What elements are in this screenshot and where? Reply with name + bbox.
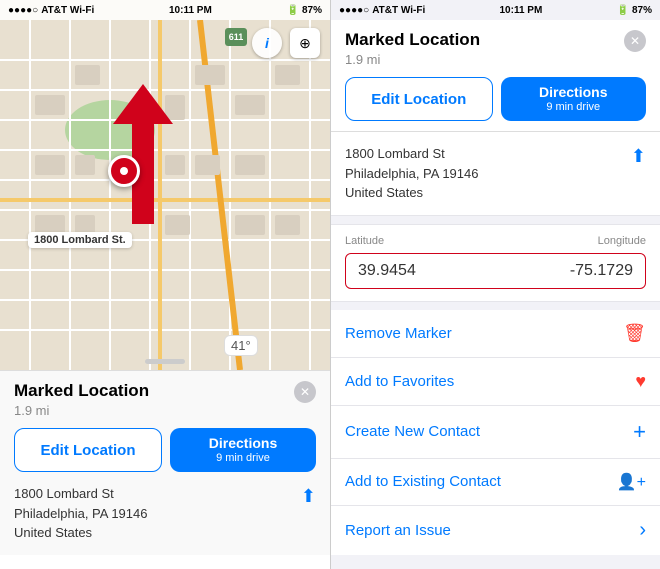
add-existing-contact-label: Add to Existing Contact [345, 473, 501, 490]
address-section-right: 1800 Lombard St Philadelphia, PA 19146 U… [331, 132, 660, 216]
carrier-name: AT&T Wi-Fi [41, 5, 94, 16]
carrier-info: ●●●●○ AT&T Wi-Fi [8, 5, 94, 16]
location-title-left: Marked Location [14, 381, 316, 401]
battery-icon-right: 🔋 [617, 5, 629, 16]
address-text-right: 1800 Lombard St Philadelphia, PA 19146 U… [345, 144, 478, 203]
battery-pct-left: 87% [302, 5, 322, 16]
bottom-sheet-left: ✕ Marked Location 1.9 mi Edit Location D… [0, 370, 330, 555]
edit-location-button-right[interactable]: Edit Location [345, 77, 493, 121]
latitude-label: Latitude [345, 235, 384, 247]
create-contact-item[interactable]: Create New Contact + [331, 406, 660, 459]
time-left: 10:11 PM [169, 5, 212, 16]
remove-marker-item[interactable]: Remove Marker 🗑 [331, 310, 660, 358]
compass-button[interactable]: ⊕ [290, 28, 320, 58]
battery-icon-left: 🔋 [287, 5, 299, 16]
remove-marker-label: Remove Marker [345, 325, 452, 342]
directions-button-right[interactable]: Directions 9 min drive [501, 77, 647, 121]
battery-info-left: 🔋 87% [287, 5, 322, 16]
direction-arrow [113, 185, 173, 224]
share-button-right[interactable]: ⬆ [631, 146, 646, 167]
battery-pct-right: 87% [632, 5, 652, 16]
close-button-right[interactable]: ✕ [624, 30, 646, 52]
address-text-left: 1800 Lombard St Philadelphia, PA 19146 U… [14, 484, 147, 543]
time-right: 10:11 PM [499, 5, 542, 16]
add-existing-contact-item[interactable]: Add to Existing Contact 👤+ [331, 459, 660, 506]
info-button[interactable]: i [252, 28, 282, 58]
person-plus-icon: 👤+ [617, 472, 646, 492]
latitude-value: 39.9454 [358, 262, 416, 280]
status-bar-left: ●●●●○ AT&T Wi-Fi 10:11 PM 🔋 87% [0, 0, 330, 20]
longitude-label: Longitude [598, 235, 646, 247]
directions-button-left[interactable]: Directions 9 min drive [170, 428, 316, 472]
pin-dot [120, 167, 128, 175]
longitude-value: -75.1729 [570, 262, 633, 280]
signal-dots: ●●●●○ [8, 5, 38, 16]
close-button-left[interactable]: ✕ [294, 381, 316, 403]
pin-circle [108, 155, 140, 187]
trash-icon: 🗑 [623, 323, 646, 344]
report-issue-item[interactable]: Report an Issue › [331, 506, 660, 555]
map-location-label: 1800 Lombard St. [28, 232, 132, 248]
create-contact-label: Create New Contact [345, 423, 480, 440]
plus-icon: + [633, 419, 646, 445]
temperature-badge: 41° [224, 335, 258, 356]
info-icon: i [265, 35, 269, 51]
signal-dots-right: ●●●●○ [339, 5, 369, 16]
location-distance-left: 1.9 mi [14, 403, 316, 418]
heart-icon: ♥ [635, 371, 646, 392]
action-buttons-right: Edit Location Directions 9 min drive [345, 77, 646, 121]
coords-labels: Latitude Longitude [345, 235, 646, 247]
chevron-icon: › [639, 519, 646, 542]
address-row-left: 1800 Lombard St Philadelphia, PA 19146 U… [14, 484, 316, 543]
status-bar-right: ●●●●○ AT&T Wi-Fi 10:11 PM 🔋 87% [331, 0, 660, 20]
arrow-head [113, 84, 173, 124]
location-title-right: Marked Location [345, 30, 646, 50]
coords-values-box: 39.9454 -75.1729 [345, 253, 646, 289]
compass-icon: ⊕ [299, 35, 311, 52]
report-issue-label: Report an Issue [345, 522, 451, 539]
carrier-info-right: ●●●●○ AT&T Wi-Fi [339, 5, 425, 16]
add-favorites-label: Add to Favorites [345, 373, 454, 390]
action-buttons-left: Edit Location Directions 9 min drive [14, 428, 316, 472]
map-view[interactable]: 611 i ⊕ 1800 Lombard St. 41° [0, 0, 330, 370]
edit-location-button-left[interactable]: Edit Location [14, 428, 162, 472]
detail-scroll[interactable]: 1800 Lombard St Philadelphia, PA 19146 U… [331, 132, 660, 569]
battery-info-right: 🔋 87% [617, 5, 652, 16]
add-favorites-item[interactable]: Add to Favorites ♥ [331, 358, 660, 406]
share-button-left[interactable]: ⬆ [301, 486, 316, 507]
right-header: ✕ Marked Location 1.9 mi Edit Location D… [331, 20, 660, 132]
coordinates-section: Latitude Longitude 39.9454 -75.1729 [331, 224, 660, 302]
svg-text:611: 611 [229, 32, 244, 42]
left-panel: ●●●●○ AT&T Wi-Fi 10:11 PM 🔋 87% [0, 0, 330, 569]
carrier-name-right: AT&T Wi-Fi [372, 5, 425, 16]
map-pin[interactable] [108, 155, 140, 187]
location-distance-right: 1.9 mi [345, 52, 646, 67]
right-panel: ●●●●○ AT&T Wi-Fi 10:11 PM 🔋 87% ✕ Marked… [330, 0, 660, 569]
action-list: Remove Marker 🗑 Add to Favorites ♥ Creat… [331, 310, 660, 555]
drag-handle[interactable] [145, 359, 185, 364]
